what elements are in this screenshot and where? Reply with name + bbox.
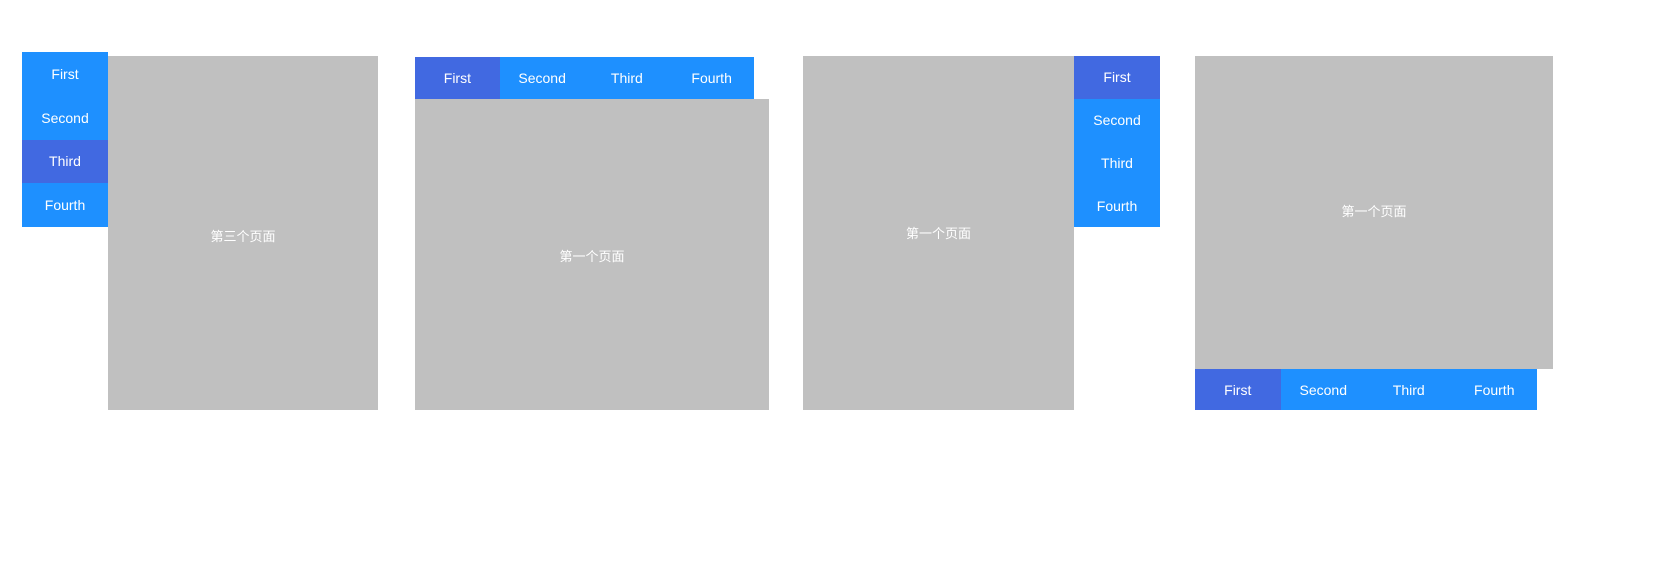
tab-content-label: 第一个页面	[905, 226, 971, 241]
tab-third[interactable]: Third	[1366, 369, 1452, 410]
tab-fourth[interactable]: Fourth	[1074, 184, 1160, 227]
tab-third[interactable]: Third	[1074, 141, 1160, 185]
tab-panel-tabs-right: 第一个页面 First Second Third Fourth	[803, 56, 1160, 410]
tab-content-pane: 第一个页面	[1195, 56, 1553, 369]
tab-fourth[interactable]: Fourth	[22, 183, 108, 227]
tab-content-label: 第一个页面	[1341, 204, 1407, 219]
tab-bar-bottom: First Second Third Fourth	[1195, 369, 1537, 410]
tab-fourth[interactable]: Fourth	[669, 57, 754, 99]
tab-content-pane: 第一个页面	[415, 99, 769, 410]
tab-fourth[interactable]: Fourth	[1451, 369, 1537, 410]
tab-first[interactable]: First	[415, 57, 500, 99]
tab-content-pane: 第一个页面	[803, 56, 1074, 410]
tab-content-label: 第三个页面	[210, 229, 276, 244]
tab-second[interactable]: Second	[1074, 98, 1160, 142]
tab-second[interactable]: Second	[499, 57, 585, 99]
tab-panel-tabs-left: First Second Third Fourth 第三个页面	[22, 52, 378, 410]
tab-first[interactable]: First	[22, 52, 108, 96]
tab-panel-tabs-top: First Second Third Fourth 第一个页面	[415, 57, 769, 410]
tab-third[interactable]: Third	[584, 57, 670, 99]
tab-first[interactable]: First	[1074, 56, 1160, 99]
tab-second[interactable]: Second	[1280, 369, 1366, 410]
tab-bar-right: First Second Third Fourth	[1074, 56, 1160, 227]
tab-second[interactable]: Second	[22, 95, 108, 140]
tab-bar-left: First Second Third Fourth	[22, 52, 108, 227]
tab-third[interactable]: Third	[22, 139, 108, 184]
tab-panel-tabs-bottom: 第一个页面 First Second Third Fourth	[1195, 56, 1553, 410]
tab-content-pane: 第三个页面	[108, 56, 378, 410]
tab-bar-top: First Second Third Fourth	[415, 57, 754, 99]
tab-first[interactable]: First	[1195, 369, 1281, 410]
tab-content-label: 第一个页面	[559, 249, 625, 264]
